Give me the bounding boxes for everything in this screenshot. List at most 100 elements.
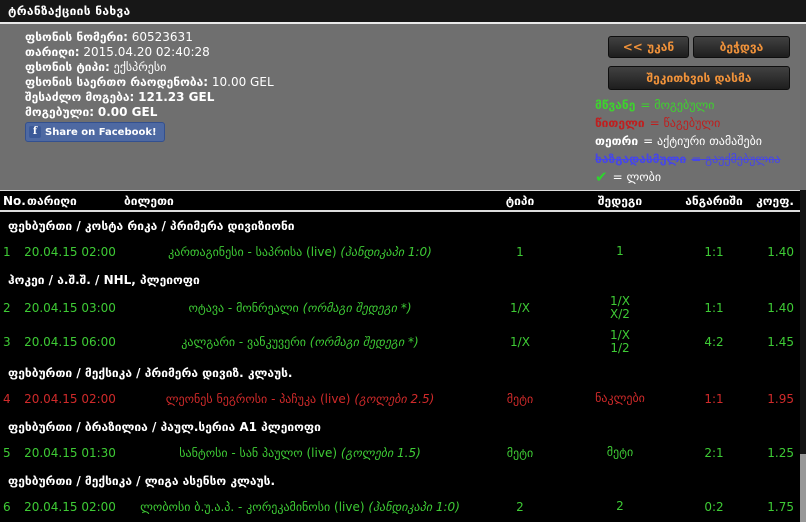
cell-score: 1:1 [704, 244, 724, 259]
cell-bet-type: 2 [516, 499, 524, 514]
ticket-market-note: (გოლები 2.5) [354, 391, 435, 406]
table-row: 6 20.04.15 02:00 ლობოსი ბ.უ.ა.პ. - კორეკამ… [0, 492, 800, 521]
league-group-row: ფეხბურთი / მექსიკა / ლიგა ასენსო კლაუს. [8, 474, 276, 488]
col-header-result: შედეგი [597, 193, 643, 208]
info-field: ფსონის საერთო რაოდენობა: 10.00 GEL [25, 75, 274, 90]
table-row: 2 20.04.15 03:00 ოტავა - მონრეალი (ორმაგი … [0, 291, 800, 325]
scrollbar-thumb[interactable] [800, 454, 806, 522]
cell-bet-type: მეტი [506, 445, 534, 460]
cell-result: 1/X 1/2 [610, 328, 630, 355]
cell-score: 1:1 [704, 301, 724, 315]
ticket-match: ოტავა - მონრეალი [188, 301, 303, 315]
col-header-coef: კოეფ. [756, 193, 794, 208]
cell-score: 1:1 [704, 391, 724, 406]
table-row: 4 20.04.15 02:00 ლეონეს ნეგროსი - პაჩუკა (… [0, 384, 800, 413]
ticket-match: ლობოსი ბ.უ.ა.პ. - კორეკამინოსი (live) [140, 499, 369, 514]
vertical-scrollbar[interactable] [800, 190, 806, 522]
bets-table: No. თარიღი ბილეთი ტიპი შედეგი ანგარიში კ… [0, 190, 800, 522]
legend-item: ხაზგადასმული = გაუქმებულია [595, 150, 781, 168]
cell-coefficient: 1.25 [767, 445, 794, 460]
cell-ticket: ლეონეს ნეგროსი - პაჩუკა (live) (გოლები 2… [120, 392, 480, 406]
cell-date: 20.04.15 01:30 [24, 445, 116, 460]
cell-score: 4:2 [704, 335, 724, 349]
info-field-value: 2015.04.20 02:40:28 [83, 45, 210, 59]
cell-coefficient: 1.45 [767, 335, 794, 349]
league-group-row: ჰოკეი / ა.შ.შ. / NHL, პლეიოფი [8, 273, 200, 287]
cell-date: 20.04.15 02:00 [24, 499, 116, 514]
cell-coefficient: 1.95 [767, 391, 794, 406]
cell-result: მეტი [606, 445, 634, 459]
table-row: 5 20.04.15 01:30 სანტოსი - სან პაულო (live… [0, 438, 800, 467]
legend-item: მწვანე = მოგებული [595, 96, 781, 114]
col-header-type: ტიპი [505, 193, 535, 208]
cell-result: ნაკლები [595, 391, 645, 405]
legend-item: თეთრი = აქტიური თამაშები [595, 132, 781, 150]
ticket-market-note: (ორმაგი შედეგი *) [302, 301, 412, 315]
info-field-value: 60523631 [131, 30, 193, 44]
info-field-value: 121.23 GEL [138, 90, 215, 104]
ticket-match: სანტოსი - სან პაულო (live) [179, 445, 341, 460]
info-field-value: ექსპრესი [113, 60, 167, 74]
ask-question-button[interactable]: შეკითხვის დასმა [608, 66, 790, 90]
col-header-no: No. [3, 193, 26, 208]
ticket-market-note: (ორმაგი შედეგი *) [309, 335, 419, 349]
cell-result: 1/X X/2 [610, 294, 630, 321]
legend-term: ხაზგადასმული [595, 152, 687, 166]
cell-score: 0:2 [704, 499, 724, 514]
cell-ticket: ლობოსი ბ.უ.ა.პ. - კორეკამინოსი (live) (ჰ… [120, 500, 480, 514]
cell-ticket: კალგარი - ვანკუვერი (ორმაგი შედეგი *) [120, 335, 480, 349]
back-button[interactable]: << უკან [608, 36, 689, 58]
cell-row-number: 1 [3, 244, 11, 259]
legend-text: = მოგებული [640, 98, 715, 112]
info-field-label: ფსონის საერთო რაოდენობა: [25, 75, 209, 89]
bet-info-panel: ფსონის ნომერი: 60523631 თარიღი: 2015.04.2… [25, 30, 274, 120]
cell-row-number: 2 [3, 301, 11, 315]
legend-text: = წაგებული [649, 116, 721, 130]
cell-coefficient: 1.75 [767, 499, 794, 514]
cell-score: 2:1 [704, 445, 724, 460]
cell-result: 2 [616, 499, 624, 513]
cell-result: 1 [616, 244, 624, 258]
cell-ticket: კართაგინესი - საპრისა (live) (ჰანდიკაპი … [120, 245, 480, 259]
checkmark-icon: ✔ [595, 167, 608, 186]
cell-date: 20.04.15 02:00 [24, 244, 116, 259]
title-divider [0, 22, 806, 24]
ticket-match: კალგარი - ვანკუვერი [181, 335, 310, 349]
cell-row-number: 6 [3, 499, 11, 514]
legend-text: = გაუქმებულია [691, 152, 781, 166]
info-field-label: ფსონის ნომერი: [25, 30, 128, 44]
league-group-row: ფეხბურთი / მექსიკა / პრიმერა დივიზ. კლაუ… [8, 366, 293, 380]
ticket-match: კართაგინესი - საპრისა (live) [168, 244, 341, 259]
facebook-share-button[interactable]: f Share on Facebook! [25, 122, 165, 142]
cell-row-number: 4 [3, 391, 11, 406]
cell-date: 20.04.15 02:00 [24, 391, 116, 406]
cell-coefficient: 1.40 [767, 244, 794, 259]
table-row: 3 20.04.15 06:00 კალგარი - ვანკუვერი (ორმა… [0, 325, 800, 359]
legend-item: წითელი = წაგებული [595, 114, 781, 132]
cell-date: 20.04.15 06:00 [24, 335, 116, 349]
ticket-market-note: (გოლები 1.5) [340, 445, 421, 460]
table-body: ფეხბურთი / კოსტა რიკა / პრიმერა დივიზიონ… [0, 212, 800, 521]
legend-term: წითელი [595, 116, 645, 130]
league-group-row: ფეხბურთი / კოსტა რიკა / პრიმერა დივიზიონ… [8, 219, 295, 233]
col-header-date: თარიღი [27, 193, 77, 208]
ticket-match: ლეონეს ნეგროსი - პაჩუკა (live) [165, 391, 355, 406]
cell-bet-type: 1/X [510, 301, 530, 315]
status-color-legend: მწვანე = მოგებული წითელი = წაგებული თეთრი = ა… [595, 96, 781, 186]
cell-bet-type: 1 [516, 244, 524, 259]
legend-text: = ლობი [612, 170, 662, 184]
page-title: ტრანზაქციის ნახვა [0, 0, 806, 22]
info-field: მოგებული: 0.00 GEL [25, 105, 274, 120]
info-field-value: 0.00 GEL [97, 105, 158, 119]
cell-row-number: 5 [3, 445, 11, 460]
cell-row-number: 3 [3, 335, 11, 349]
print-button[interactable]: ბეჭდვა [693, 36, 790, 58]
info-field-label: შესაძლო მოგება: [25, 90, 135, 104]
cell-coefficient: 1.40 [767, 301, 794, 315]
legend-text: = აქტიური თამაშები [643, 134, 762, 148]
cell-bet-type: მეტი [506, 391, 534, 406]
table-header-row: No. თარიღი ბილეთი ტიპი შედეგი ანგარიში კ… [0, 190, 800, 212]
league-group-row: ფეხბურთი / ბრაზილია / პაულ.სერია A1 პლეი… [8, 420, 321, 434]
col-header-ticket: ბილეთი [124, 193, 174, 208]
cell-ticket: ოტავა - მონრეალი (ორმაგი შედეგი *) [120, 301, 480, 315]
